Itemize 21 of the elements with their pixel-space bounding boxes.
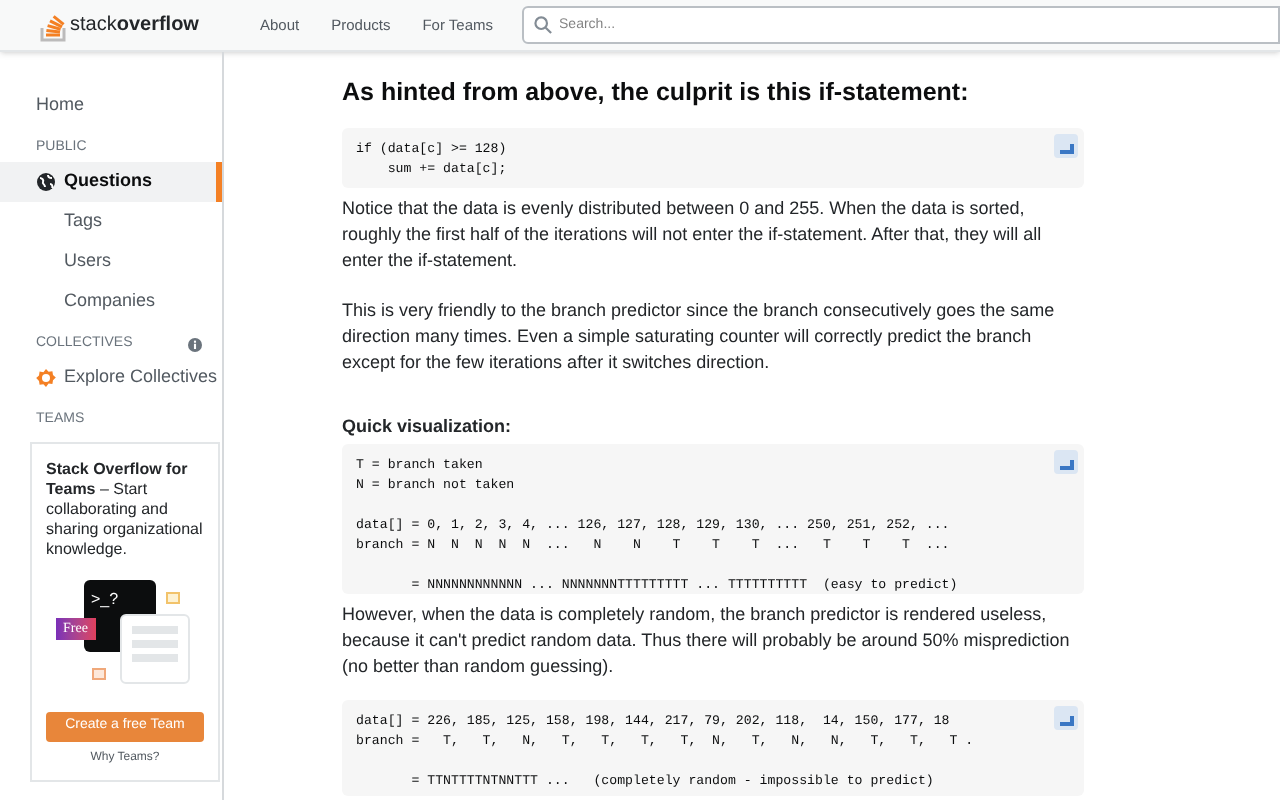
subheading: Quick visualization: [342, 413, 514, 440]
sidebar-item[interactable]: Explore Collectives [0, 358, 222, 398]
paragraph: This is very friendly to the branch predictor since the branch consecutively goes the same direction many times. Even a simple saturating counter will correctly predict the branch except for the few iterations after it switches direction. [342, 297, 1057, 376]
search-icon [533, 16, 552, 34]
home-link[interactable]: Home [0, 86, 222, 126]
terminal-prompt: >_? [91, 590, 119, 608]
sidebar-item[interactable]: Users [0, 242, 222, 282]
sidebar-item[interactable]: Companies [0, 282, 222, 322]
paragraph: Notice that the data is evenly distributed between 0 and 255. When the data is sorted, roughly the first half of the iterations will not enter the if-statement. After that, they will all enter the if-statement. [342, 195, 1044, 274]
sidebar-item[interactable]: Questions [0, 162, 222, 202]
section-title: As hinted from above, the culprit is this if-statement: [342, 76, 971, 110]
copy-button[interactable] [1054, 450, 1078, 475]
sidebar-item[interactable]: Tags [0, 202, 222, 242]
logo-text[interactable]: stackoverflow [70, 10, 199, 40]
stack-logo-icon [40, 9, 68, 41]
copy-button[interactable] [1054, 706, 1078, 731]
paragraph: However, when the data is completely random, the branch predictor is rendered useless, because it can't predict random data. Thus there will probably be around 50% misprediction (no better than random guessing). [342, 602, 1072, 681]
teams-description: Stack Overflow for Teams – Start collaborating and sharing organizational knowledge. [46, 460, 204, 560]
collective-icon [36, 368, 56, 388]
globe-icon [36, 172, 56, 192]
copy-button[interactable] [1054, 133, 1078, 158]
